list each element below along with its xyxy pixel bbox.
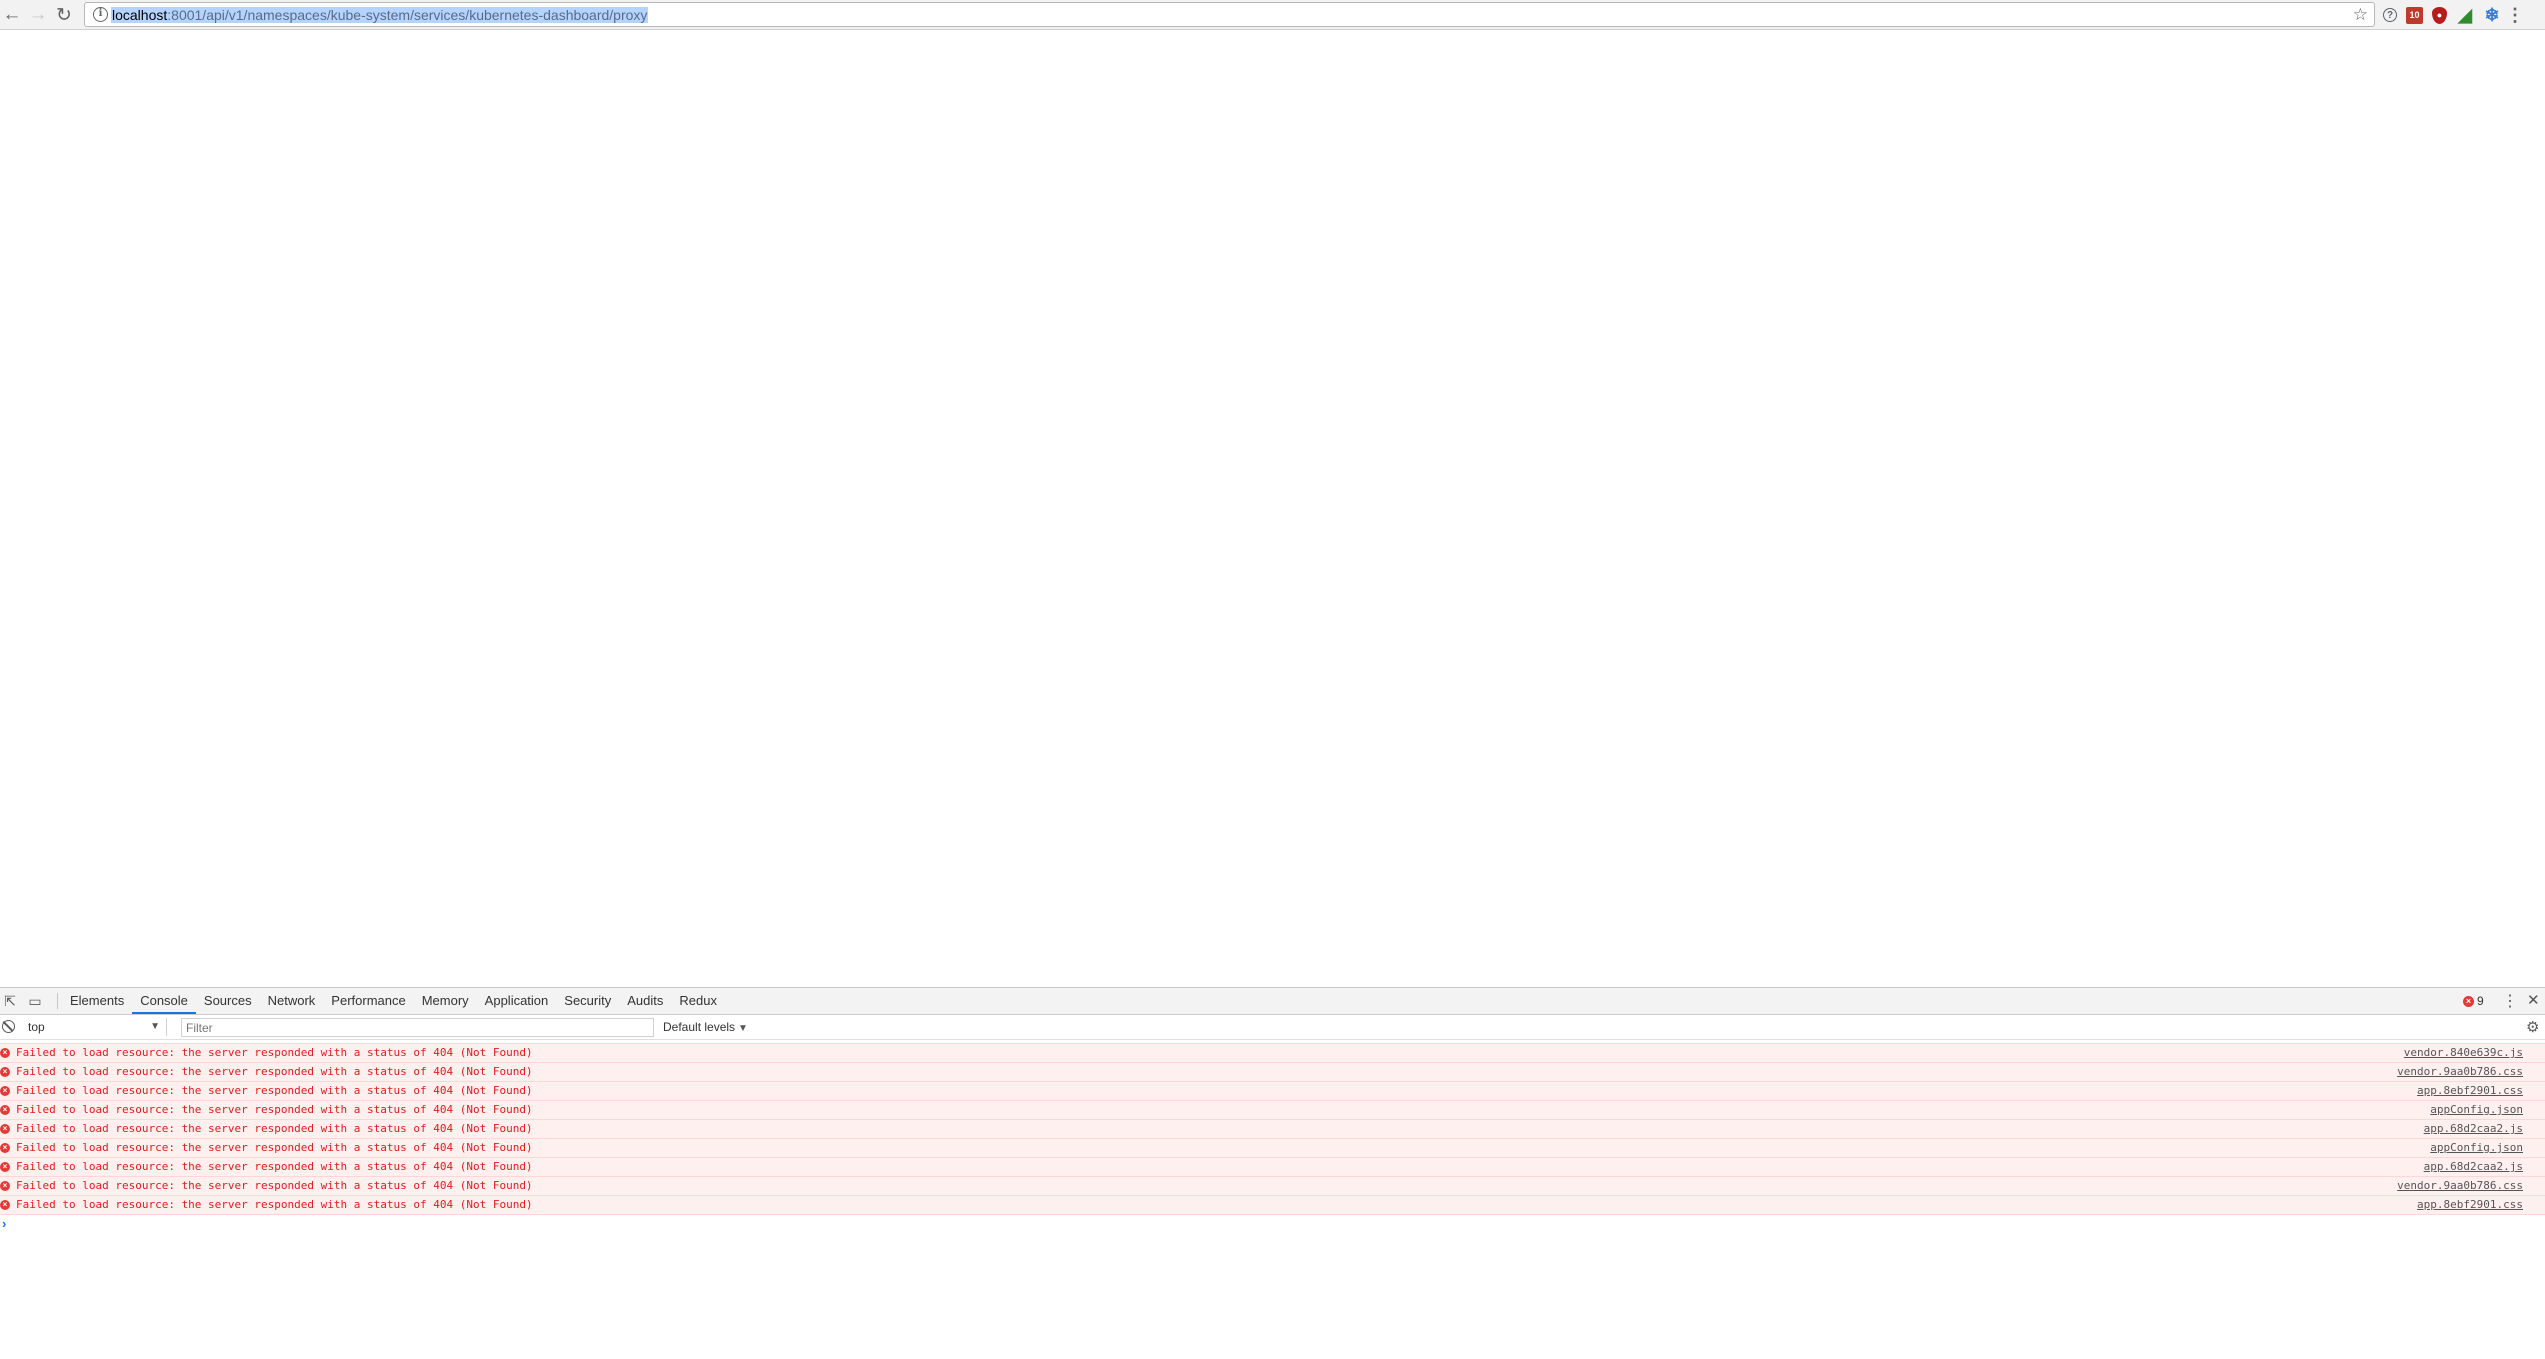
tab-separator (57, 993, 58, 1009)
source-link[interactable]: vendor.9aa0b786.css (2397, 1065, 2523, 1078)
close-icon[interactable]: ✕ (2527, 991, 2540, 1009)
error-count: 9 (2477, 994, 2484, 1008)
url-host: localhost (112, 7, 168, 23)
message-text: Failed to load resource: the server resp… (16, 1179, 533, 1192)
browser-toolbar: ← → ↻ i localhost:8001/api/v1/namespaces… (0, 0, 2545, 30)
console-message: × Failed to load resource: the server re… (0, 1195, 2545, 1214)
context-value: top (28, 1020, 45, 1034)
error-icon: × (0, 1143, 10, 1153)
devtools-menu-icon[interactable]: ⋮ (2502, 991, 2518, 1011)
message-text: Failed to load resource: the server resp… (16, 1122, 533, 1135)
error-icon: × (0, 1181, 10, 1191)
dropdown-arrow-icon: ▼ (150, 1021, 160, 1032)
source-link[interactable]: appConfig.json (2430, 1141, 2523, 1154)
snowflake-extension-icon[interactable]: ❄ (2483, 5, 2501, 25)
console-message: × Failed to load resource: the server re… (0, 1062, 2545, 1081)
source-link[interactable]: app.8ebf2901.css (2417, 1198, 2523, 1211)
devtools-tabbar: ⇱ ▭ Elements Console Sources Network Per… (0, 988, 2545, 1015)
tab-elements[interactable]: Elements (62, 988, 132, 1014)
tab-console[interactable]: Console (132, 988, 196, 1014)
error-count-badge[interactable]: × 9 (2463, 994, 2484, 1008)
console-message: × Failed to load resource: the server re… (0, 1138, 2545, 1157)
chrome-menu-icon[interactable]: ⋮ (2506, 5, 2524, 25)
url-text[interactable]: localhost:8001/api/v1/namespaces/kube-sy… (111, 7, 649, 23)
source-link[interactable]: appConfig.json (2430, 1103, 2523, 1116)
extension-icons: ? 10 ● ◢ ❄ ⋮ (2383, 4, 2524, 26)
source-link[interactable]: app.68d2caa2.js (2424, 1122, 2523, 1135)
console-toolbar: top ▼ Default levels▼ ⚙ (0, 1015, 2545, 1040)
tab-memory[interactable]: Memory (414, 988, 477, 1014)
error-icon: × (0, 1067, 10, 1077)
message-text: Failed to load resource: the server resp… (16, 1141, 533, 1154)
info-icon[interactable]: i (93, 7, 108, 22)
console-message: × Failed to load resource: the server re… (0, 1176, 2545, 1195)
error-icon: × (0, 1105, 10, 1115)
address-bar[interactable]: i localhost:8001/api/v1/namespaces/kube-… (84, 2, 2375, 27)
clear-console-icon[interactable] (2, 1020, 15, 1033)
log-levels-label: Default levels (663, 1020, 736, 1034)
console-message: × Failed to load resource: the server re… (0, 1119, 2545, 1138)
inspect-element-icon[interactable]: ⇱ (1, 992, 19, 1010)
message-text: Failed to load resource: the server resp… (16, 1198, 533, 1211)
message-text: Failed to load resource: the server resp… (16, 1103, 533, 1116)
help-extension-icon[interactable]: ? (2383, 8, 2397, 22)
devtools-panel: ⇱ ▭ Elements Console Sources Network Per… (0, 987, 2545, 1359)
dropdown-arrow-icon: ▼ (738, 1023, 748, 1034)
ublock-shield-icon[interactable]: ● (2432, 6, 2447, 24)
message-text: Failed to load resource: the server resp… (16, 1065, 533, 1078)
tab-network[interactable]: Network (260, 988, 324, 1014)
source-link[interactable]: vendor.9aa0b786.css (2397, 1179, 2523, 1192)
chart-extension-icon[interactable]: ◢ (2456, 5, 2474, 25)
console-prompt[interactable]: › (0, 1214, 2545, 1234)
source-link[interactable]: app.8ebf2901.css (2417, 1084, 2523, 1097)
message-text: Failed to load resource: the server resp… (16, 1046, 533, 1059)
console-message: × Failed to load resource: the server re… (0, 1157, 2545, 1176)
context-selector[interactable]: top ▼ (28, 1018, 167, 1036)
source-link[interactable]: app.68d2caa2.js (2424, 1160, 2523, 1173)
error-icon: × (2463, 995, 2474, 1007)
back-arrow-icon[interactable]: ← (0, 3, 24, 27)
tab-sources[interactable]: Sources (196, 988, 260, 1014)
message-text: Failed to load resource: the server resp… (16, 1160, 533, 1173)
error-icon: × (0, 1124, 10, 1134)
tab-redux[interactable]: Redux (671, 988, 725, 1014)
filter-input[interactable] (181, 1018, 654, 1037)
source-link[interactable]: vendor.840e639c.js (2404, 1046, 2523, 1059)
prompt-caret-icon: › (2, 1216, 7, 1231)
log-levels-dropdown[interactable]: Default levels ▼ (663, 1018, 748, 1036)
forward-arrow-icon[interactable]: → (26, 3, 50, 27)
error-icon: × (0, 1200, 10, 1210)
console-message: × Failed to load resource: the server re… (0, 1043, 2545, 1062)
error-icon: × (0, 1162, 10, 1172)
calendar-extension-icon[interactable]: 10 (2406, 6, 2423, 24)
tab-performance[interactable]: Performance (323, 988, 413, 1014)
message-text: Failed to load resource: the server resp… (16, 1084, 533, 1097)
devtools-tabs: Elements Console Sources Network Perform… (62, 988, 725, 1014)
tab-application[interactable]: Application (477, 988, 557, 1014)
tab-audits[interactable]: Audits (619, 988, 671, 1014)
console-messages: × Failed to load resource: the server re… (0, 1043, 2545, 1234)
url-path: :8001/api/v1/namespaces/kube-system/serv… (167, 7, 648, 23)
bookmark-star-icon[interactable]: ☆ (2353, 5, 2368, 25)
error-icon: × (0, 1048, 10, 1058)
device-toolbar-icon[interactable]: ▭ (26, 992, 44, 1010)
console-message: × Failed to load resource: the server re… (0, 1100, 2545, 1119)
error-icon: × (0, 1086, 10, 1096)
gear-icon[interactable]: ⚙ (2526, 1018, 2539, 1036)
tab-security[interactable]: Security (556, 988, 619, 1014)
reload-icon[interactable]: ↻ (52, 3, 76, 27)
console-message: × Failed to load resource: the server re… (0, 1081, 2545, 1100)
